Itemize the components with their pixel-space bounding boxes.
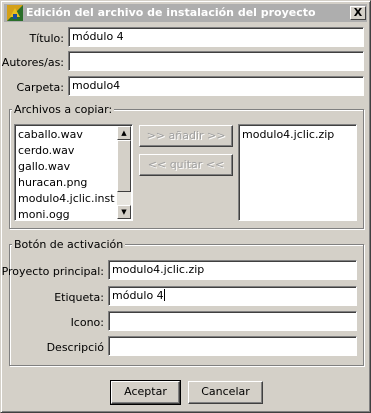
accept-button[interactable]: Aceptar (110, 380, 181, 405)
list-item[interactable]: modulo4.jclic.zip (239, 127, 356, 143)
close-button[interactable]: X (350, 6, 366, 20)
jclic-logo-icon (7, 5, 23, 21)
etiqueta-value: módulo 4 (112, 289, 164, 302)
close-icon: X (353, 6, 363, 19)
list-item[interactable]: cerdo.wav (15, 143, 132, 159)
window-title: Edición del archivo de instalación del p… (26, 6, 316, 19)
proyecto-field[interactable]: modulo4.jclic.zip (108, 260, 357, 280)
titulo-field[interactable]: módulo 4 (68, 27, 364, 47)
arrow-up-icon[interactable]: ▲ (117, 126, 131, 140)
cancel-button[interactable]: Cancelar (188, 381, 263, 404)
activation-group-title: Botón de activación (12, 238, 126, 251)
list-item[interactable]: gallo.wav (15, 159, 132, 175)
remove-button[interactable]: << quitar << (139, 154, 233, 176)
title-bar[interactable]: Edición del archivo de instalación del p… (4, 4, 367, 22)
etiqueta-field[interactable]: módulo 4 (108, 286, 357, 306)
list-item[interactable]: huracan.png (15, 175, 132, 191)
add-button[interactable]: >> añadir >> (139, 125, 233, 147)
proyecto-label: Proyecto principal: (1, 265, 104, 278)
icono-label: Icono: (70, 316, 104, 329)
etiqueta-label: Etiqueta: (54, 291, 104, 304)
files-group-title: Archivos a copiar: (12, 103, 115, 116)
descripcio-label: Descripció (46, 341, 104, 354)
autores-label: Autores/as: (1, 56, 64, 69)
selected-files-list[interactable]: modulo4.jclic.zip (238, 124, 357, 221)
list-item[interactable]: caballo.wav (15, 127, 132, 143)
text-caret (163, 289, 165, 301)
available-files-list[interactable]: caballo.wav cerdo.wav gallo.wav huracan.png… (14, 124, 133, 221)
available-files-scrollbar[interactable]: ▲ ▼ (117, 126, 131, 219)
carpeta-field[interactable]: modulo4 (68, 76, 364, 96)
autores-field[interactable] (68, 51, 364, 71)
icono-field[interactable] (108, 311, 357, 331)
carpeta-label: Carpeta: (16, 81, 64, 94)
scrollbar-thumb[interactable] (117, 140, 131, 192)
descripcio-field[interactable] (108, 336, 357, 356)
list-item[interactable]: modulo4.jclic.inst (15, 191, 132, 207)
titulo-label: Título: (29, 32, 64, 45)
dialog-window: Edición del archivo de instalación del p… (0, 0, 371, 413)
list-item[interactable]: moni.ogg (15, 207, 132, 220)
arrow-down-icon[interactable]: ▼ (117, 205, 131, 219)
